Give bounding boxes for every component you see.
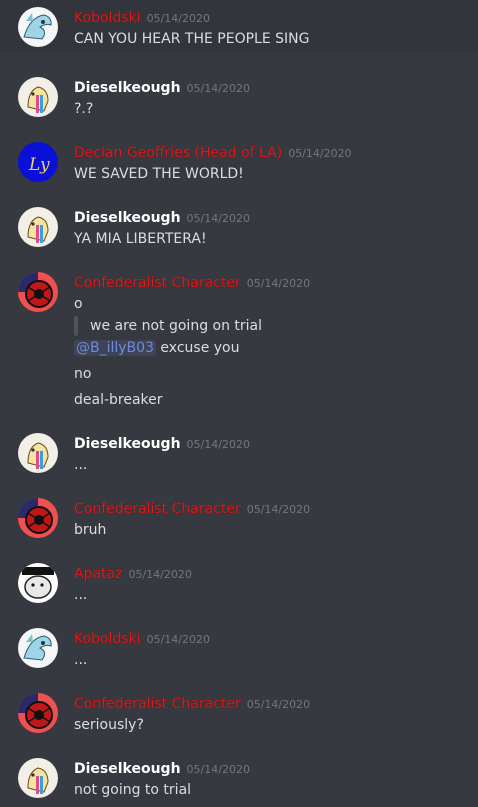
timestamp: 05/14/2020 xyxy=(186,438,250,451)
author-name[interactable]: Dieselkeough xyxy=(74,761,181,777)
user-mention[interactable]: @B_illyB03 xyxy=(74,340,156,356)
author-name[interactable]: Apataz xyxy=(74,566,123,582)
author-name[interactable]: Koboldski xyxy=(74,10,141,26)
message-header: Koboldski 05/14/2020 xyxy=(74,7,210,27)
author-name[interactable]: Dieselkeough xyxy=(74,210,181,226)
avatar[interactable] xyxy=(18,563,58,603)
timestamp: 05/14/2020 xyxy=(246,277,311,290)
message: Confederalist Character 05/14/2020 bruh xyxy=(0,491,478,556)
timestamp: 05/14/2020 xyxy=(146,12,210,25)
message: Koboldski 05/14/2020... xyxy=(0,621,478,686)
message-text: ?.? xyxy=(74,101,94,117)
avatar[interactable] xyxy=(18,272,58,312)
author-name[interactable]: Dieselkeough xyxy=(74,436,181,452)
message: Dieselkeough 05/14/2020?.? xyxy=(0,70,478,135)
message-text: deal-breaker xyxy=(74,392,163,408)
author-name[interactable]: Confederalist Character xyxy=(74,696,241,712)
message: Confederalist Character 05/14/2020 o we are… xyxy=(0,265,478,426)
message-header: Declan Geoffries (Head of LA) 05/14/2020 xyxy=(74,142,352,162)
message: Dieselkeough 05/14/2020... xyxy=(0,426,478,491)
message-text: seriously? xyxy=(74,717,144,733)
timestamp: 05/14/2020 xyxy=(246,503,311,516)
message-text: no xyxy=(74,366,92,382)
message-text: o xyxy=(74,296,83,312)
message: Dieselkeough 05/14/2020 YA MIA LIBERTERA! xyxy=(0,200,478,265)
avatar[interactable] xyxy=(18,758,58,798)
message-header: Confederalist Character 05/14/2020 xyxy=(74,498,310,518)
message-text: bruh xyxy=(74,522,107,538)
message: Apataz 05/14/2020... xyxy=(0,556,478,621)
author-name[interactable]: Dieselkeough xyxy=(74,80,181,96)
blockquote-bar xyxy=(74,316,78,336)
message-text: ... xyxy=(74,652,88,668)
message: Ly Declan Geoffries (Head of LA) 05/14/202… xyxy=(0,135,478,200)
message-header: Koboldski 05/14/2020 xyxy=(74,628,210,648)
message-header: Confederalist Character 05/14/2020 xyxy=(74,272,310,292)
avatar[interactable] xyxy=(18,433,58,473)
message-header: Dieselkeough 05/14/2020 xyxy=(74,758,250,778)
avatar[interactable] xyxy=(18,77,58,117)
timestamp: 05/14/2020 xyxy=(186,763,250,776)
message-header: Apataz 05/14/2020 xyxy=(74,563,192,583)
message-header: Dieselkeough 05/14/2020 xyxy=(74,207,250,227)
message: Confederalist Character 05/14/2020 serious… xyxy=(0,686,478,751)
message-header: Dieselkeough 05/14/2020 xyxy=(74,77,250,97)
avatar[interactable]: Ly xyxy=(18,142,58,182)
author-name[interactable]: Confederalist Character xyxy=(74,501,241,517)
message: Koboldski 05/14/2020 CAN YOU HEAR THE PEOP… xyxy=(0,0,478,53)
timestamp: 05/14/2020 xyxy=(246,698,311,711)
chat-messages: Koboldski 05/14/2020 CAN YOU HEAR THE PEOP… xyxy=(0,0,478,807)
timestamp: 05/14/2020 xyxy=(146,633,210,646)
message-text-span: excuse you xyxy=(155,340,240,356)
message-header: Dieselkeough 05/14/2020 xyxy=(74,433,250,453)
avatar[interactable] xyxy=(18,498,58,538)
avatar[interactable] xyxy=(18,207,58,247)
author-name[interactable]: Koboldski xyxy=(74,631,141,647)
svg-text:Ly: Ly xyxy=(28,155,50,175)
author-name[interactable]: Declan Geoffries (Head of LA) xyxy=(74,145,282,161)
message-text: CAN YOU HEAR THE PEOPLE SING xyxy=(74,31,310,47)
message-header: Confederalist Character 05/14/2020 xyxy=(74,693,310,713)
timestamp: 05/14/2020 xyxy=(288,147,352,160)
avatar[interactable] xyxy=(18,7,58,47)
message-text: WE SAVED THE WORLD! xyxy=(74,166,244,182)
message-text: @B_illyB03 excuse you xyxy=(74,338,240,358)
avatar[interactable] xyxy=(18,693,58,733)
avatar[interactable] xyxy=(18,628,58,668)
timestamp: 05/14/2020 xyxy=(186,82,250,95)
message: Dieselkeough 05/14/2020 not going to trial xyxy=(0,751,478,807)
message-text: YA MIA LIBERTERA! xyxy=(74,231,207,247)
timestamp: 05/14/2020 xyxy=(186,212,250,225)
message-text: ... xyxy=(74,587,88,603)
quoted-text: we are not going on trial xyxy=(90,318,263,334)
timestamp: 05/14/2020 xyxy=(128,568,192,581)
message-text: not going to trial xyxy=(74,782,192,798)
message-text: ... xyxy=(74,457,88,473)
author-name[interactable]: Confederalist Character xyxy=(74,275,241,291)
